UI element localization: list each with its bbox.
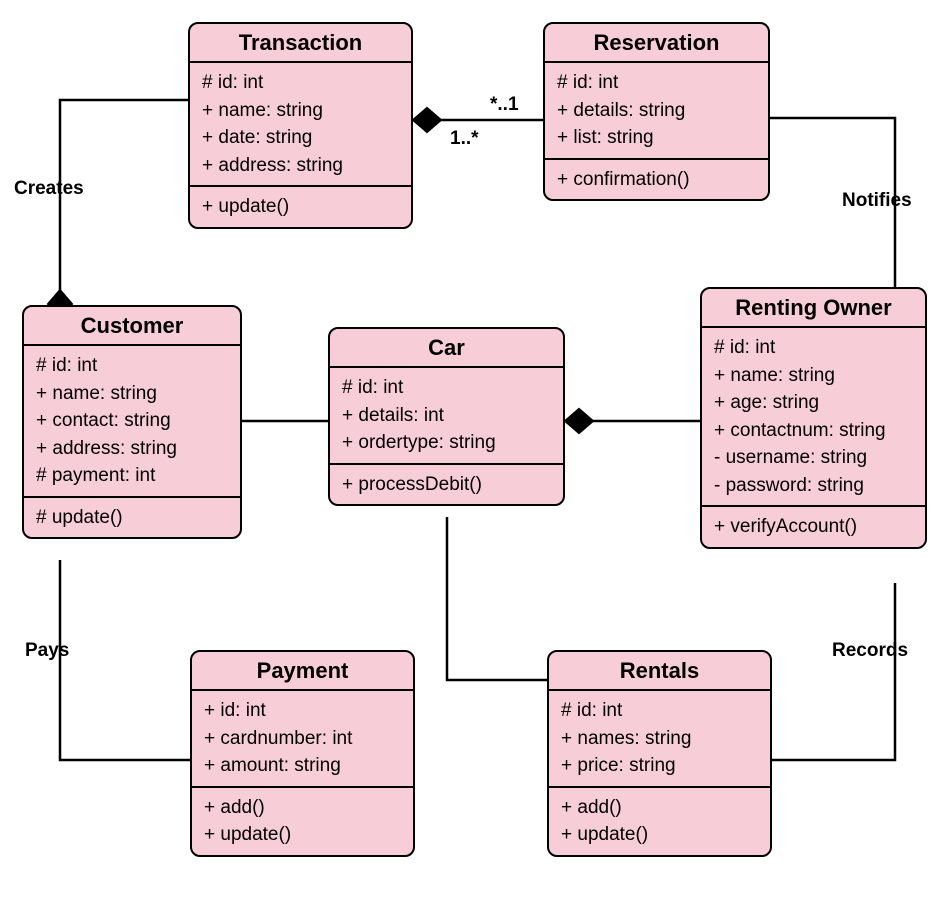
method: + add() <box>204 794 401 822</box>
attr: + amount: string <box>204 752 401 780</box>
methods: + update() <box>190 185 411 227</box>
attr: + age: string <box>714 389 913 417</box>
mult-trans-res-bottom: 1..* <box>450 128 479 150</box>
attr: # id: int <box>342 374 551 402</box>
attr: + cardnumber: int <box>204 725 401 753</box>
attr: + list: string <box>557 124 756 152</box>
methods: + verifyAccount() <box>702 505 925 547</box>
attributes: # id: int + details: string + list: stri… <box>545 63 768 158</box>
uml-canvas: Creates Notifies Pays Records *..1 1..* … <box>0 0 946 900</box>
attributes: # id: int + name: string + age: string +… <box>702 328 925 505</box>
class-title: Car <box>330 329 563 368</box>
attr: + names: string <box>561 725 758 753</box>
attr: + address: string <box>202 152 399 180</box>
method: + confirmation() <box>557 166 756 194</box>
attr: + id: int <box>204 697 401 725</box>
method: + add() <box>561 794 758 822</box>
edge-label-creates: Creates <box>14 178 84 200</box>
class-payment: Payment + id: int + cardnumber: int + am… <box>190 650 415 857</box>
attr: + date: string <box>202 124 399 152</box>
methods: + processDebit() <box>330 463 563 505</box>
class-car: Car # id: int + details: int + ordertype… <box>328 327 565 506</box>
edge-label-notifies: Notifies <box>842 190 912 212</box>
class-customer: Customer # id: int + name: string + cont… <box>22 305 242 539</box>
method: + update() <box>204 821 401 849</box>
method: + verifyAccount() <box>714 513 913 541</box>
attributes: + id: int + cardnumber: int + amount: st… <box>192 691 413 786</box>
class-title: Transaction <box>190 24 411 63</box>
attributes: # id: int + name: string + date: string … <box>190 63 411 185</box>
attr: - username: string <box>714 444 913 472</box>
attributes: # id: int + name: string + contact: stri… <box>24 346 240 496</box>
class-renting-owner: Renting Owner # id: int + name: string +… <box>700 287 927 549</box>
methods: + add() + update() <box>192 786 413 855</box>
method: + update() <box>202 193 399 221</box>
class-transaction: Transaction # id: int + name: string + d… <box>188 22 413 229</box>
class-reservation: Reservation # id: int + details: string … <box>543 22 770 201</box>
attr: + address: string <box>36 435 228 463</box>
class-title: Renting Owner <box>702 289 925 328</box>
edge-label-records: Records <box>832 640 908 662</box>
attributes: # id: int + names: string + price: strin… <box>549 691 770 786</box>
attr: # id: int <box>714 334 913 362</box>
methods: + add() + update() <box>549 786 770 855</box>
attr: + price: string <box>561 752 758 780</box>
attr: # id: int <box>557 69 756 97</box>
mult-trans-res-top: *..1 <box>490 94 519 116</box>
class-title: Customer <box>24 307 240 346</box>
method: + processDebit() <box>342 471 551 499</box>
attr: # id: int <box>561 697 758 725</box>
attr: + name: string <box>714 362 913 390</box>
class-rentals: Rentals # id: int + names: string + pric… <box>547 650 772 857</box>
attr: # payment: int <box>36 462 228 490</box>
class-title: Reservation <box>545 24 768 63</box>
method: + update() <box>561 821 758 849</box>
method: # update() <box>36 504 228 532</box>
attr: + contactnum: string <box>714 417 913 445</box>
attributes: # id: int + details: int + ordertype: st… <box>330 368 563 463</box>
attr: + name: string <box>36 380 228 408</box>
attr: + details: int <box>342 402 551 430</box>
attr: # id: int <box>36 352 228 380</box>
class-title: Payment <box>192 652 413 691</box>
attr: + name: string <box>202 97 399 125</box>
edge-label-pays: Pays <box>25 640 69 662</box>
attr: + contact: string <box>36 407 228 435</box>
methods: + confirmation() <box>545 158 768 200</box>
attr: - password: string <box>714 472 913 500</box>
attr: + ordertype: string <box>342 429 551 457</box>
attr: + details: string <box>557 97 756 125</box>
class-title: Rentals <box>549 652 770 691</box>
attr: # id: int <box>202 69 399 97</box>
methods: # update() <box>24 496 240 538</box>
